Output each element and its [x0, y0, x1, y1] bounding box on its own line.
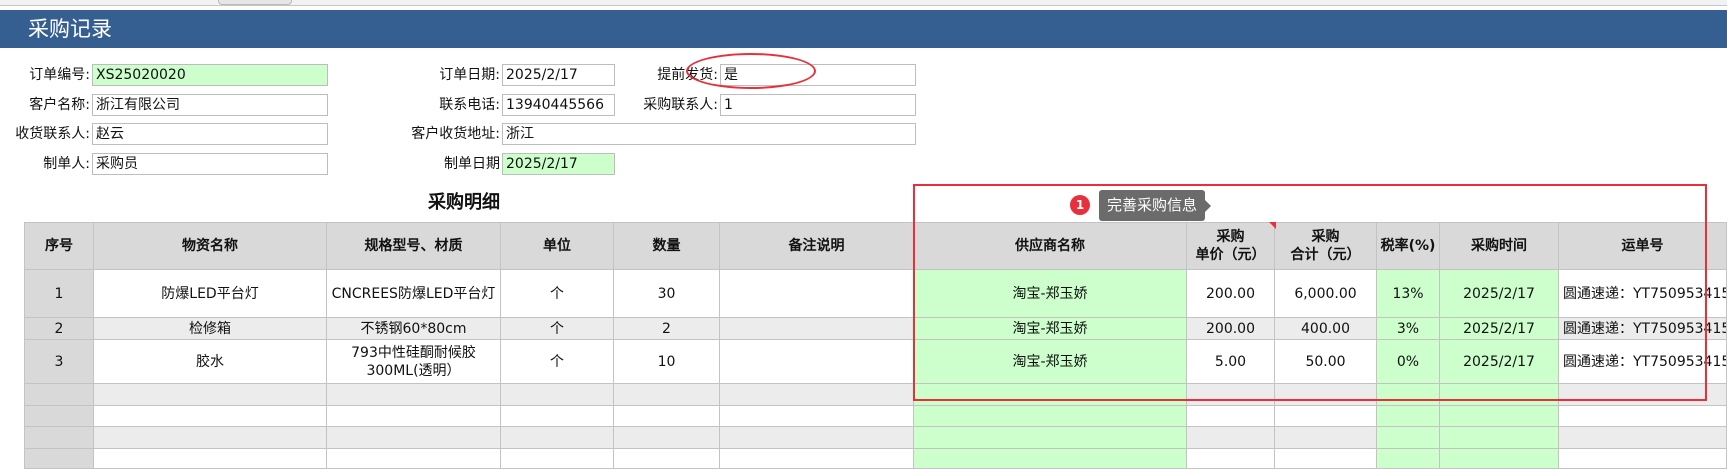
empty-cell[interactable] [1440, 406, 1559, 427]
empty-cell[interactable] [501, 384, 614, 406]
cell-spec[interactable]: 不锈钢60*80cm [327, 318, 501, 340]
customer-label: 客户名称: [29, 97, 90, 113]
empty-cell[interactable] [94, 384, 327, 406]
cell-name[interactable]: 防爆LED平台灯 [94, 270, 327, 318]
early-ship-highlight-ellipse [686, 53, 816, 89]
purchase-contact-label: 采购联系人: [643, 97, 718, 113]
empty-cell[interactable] [1377, 449, 1440, 469]
empty-cell[interactable] [1275, 406, 1377, 427]
empty-cell[interactable] [1559, 449, 1727, 469]
empty-cell[interactable] [614, 449, 720, 469]
empty-cell[interactable] [1187, 449, 1275, 469]
purchase-contact-field[interactable]: 1 [720, 94, 916, 116]
empty-cell[interactable] [720, 449, 914, 469]
phone-field[interactable]: 13940445566 [502, 94, 615, 116]
order-no-field[interactable]: XS25020020 [92, 64, 328, 86]
empty-cell[interactable] [614, 384, 720, 406]
empty-cell[interactable] [94, 406, 327, 427]
page-title: 采购记录 [0, 10, 1727, 48]
empty-cell[interactable] [614, 406, 720, 427]
purchase-info-highlight-box [913, 184, 1707, 401]
creator-label: 制单人: [43, 156, 90, 172]
empty-cell[interactable] [1440, 427, 1559, 449]
cell-spec[interactable]: 793中性硅酮耐候胶300ML(透明） [327, 340, 501, 384]
col-header-unit: 单位 [501, 222, 614, 270]
empty-cell[interactable] [501, 406, 614, 427]
empty-cell[interactable] [1377, 427, 1440, 449]
col-header-note: 备注说明 [720, 222, 914, 270]
empty-cell[interactable] [327, 406, 501, 427]
empty-cell[interactable] [501, 449, 614, 469]
col-header-name: 物资名称 [94, 222, 327, 270]
empty-cell[interactable] [914, 427, 1187, 449]
empty-cell[interactable] [327, 384, 501, 406]
order-date-label: 订单日期: [439, 67, 500, 83]
empty-cell[interactable] [1275, 449, 1377, 469]
col-header-spec: 规格型号、材质 [327, 222, 501, 270]
empty-cell[interactable] [720, 384, 914, 406]
empty-cell[interactable] [914, 449, 1187, 469]
cell-qty[interactable]: 30 [614, 270, 720, 318]
empty-cell[interactable] [1559, 406, 1727, 427]
empty-cell[interactable] [24, 384, 94, 406]
empty-cell[interactable] [501, 427, 614, 449]
customer-field[interactable]: 浙江有限公司 [92, 94, 328, 116]
empty-cell[interactable] [1187, 427, 1275, 449]
empty-cell[interactable] [914, 406, 1187, 427]
empty-cell[interactable] [24, 427, 94, 449]
cell-spec[interactable]: CNCREES防爆LED平台灯 [327, 270, 501, 318]
cell-unit[interactable]: 个 [501, 270, 614, 318]
phone-label: 联系电话: [439, 97, 500, 113]
empty-cell[interactable] [1187, 406, 1275, 427]
address-field[interactable]: 浙江 [502, 123, 916, 145]
col-header-no: 序号 [24, 222, 94, 270]
cell-note[interactable] [720, 318, 914, 340]
empty-cell[interactable] [720, 406, 914, 427]
empty-cell[interactable] [1377, 406, 1440, 427]
empty-cell[interactable] [327, 427, 501, 449]
col-header-qty: 数量 [614, 222, 720, 270]
window-top-strip [0, 0, 1727, 6]
empty-cell[interactable] [1275, 427, 1377, 449]
cell-note[interactable] [720, 340, 914, 384]
step-badge: 1 [1070, 195, 1090, 215]
empty-cell[interactable] [24, 449, 94, 469]
cell-unit[interactable]: 个 [501, 318, 614, 340]
address-label: 客户收货地址: [411, 126, 500, 142]
create-date-label: 制单日期 [444, 156, 500, 172]
receiver-field[interactable]: 赵云 [92, 123, 328, 145]
comment-marker [1269, 222, 1276, 229]
cell-note[interactable] [720, 270, 914, 318]
empty-cell[interactable] [24, 406, 94, 427]
empty-cell[interactable] [327, 449, 501, 469]
annotation-tooltip: 完善采购信息 [1099, 190, 1212, 221]
empty-cell[interactable] [1440, 449, 1559, 469]
create-date-field[interactable]: 2025/2/17 [502, 153, 615, 175]
cell-name[interactable]: 胶水 [94, 340, 327, 384]
empty-cell[interactable] [720, 427, 914, 449]
cell-no[interactable]: 1 [24, 270, 94, 318]
cell-unit[interactable]: 个 [501, 340, 614, 384]
cell-no[interactable]: 2 [24, 318, 94, 340]
empty-cell[interactable] [1559, 427, 1727, 449]
cell-qty[interactable]: 10 [614, 340, 720, 384]
cell-name[interactable]: 检修箱 [94, 318, 327, 340]
receiver-label: 收货联系人: [15, 126, 90, 142]
empty-cell[interactable] [614, 427, 720, 449]
empty-cell[interactable] [94, 427, 327, 449]
order-no-label: 订单编号: [29, 67, 90, 83]
empty-cell[interactable] [94, 449, 327, 469]
window-tab[interactable] [218, 0, 292, 5]
cell-qty[interactable]: 2 [614, 318, 720, 340]
cell-no[interactable]: 3 [24, 340, 94, 384]
order-date-field[interactable]: 2025/2/17 [502, 64, 615, 86]
creator-field[interactable]: 采购员 [92, 153, 328, 175]
detail-section-title: 采购明细 [428, 192, 500, 213]
